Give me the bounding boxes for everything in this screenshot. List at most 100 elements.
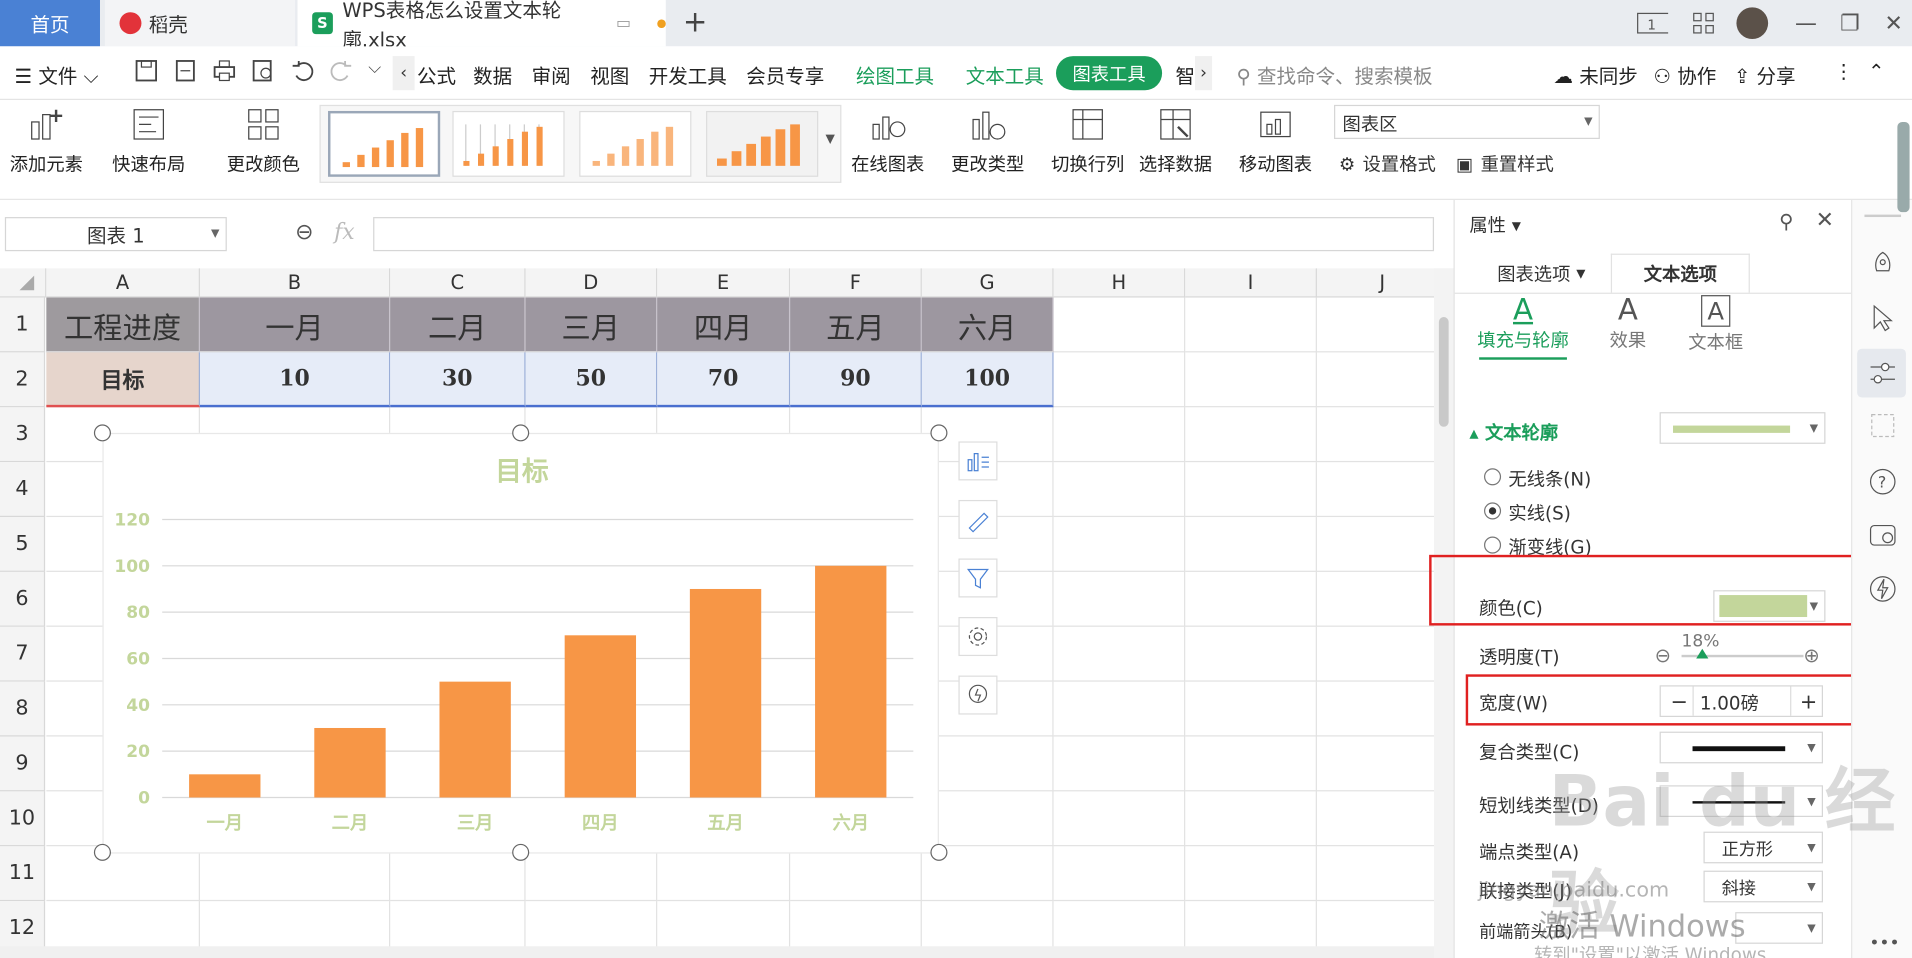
cell[interactable] xyxy=(1316,352,1435,408)
cell[interactable] xyxy=(1185,626,1317,682)
cell[interactable] xyxy=(1053,736,1186,792)
column-header-j[interactable]: J xyxy=(1316,268,1435,298)
scroll-thumb[interactable] xyxy=(1438,317,1449,427)
chart-style-3[interactable] xyxy=(579,110,692,177)
print-preview-icon[interactable] xyxy=(251,59,275,83)
redo-icon[interactable] xyxy=(329,59,353,83)
value-cell[interactable]: 50 xyxy=(525,352,658,408)
scroll-right-icon[interactable]: › xyxy=(1195,56,1213,91)
panel-scroll-thumb[interactable] xyxy=(1897,121,1910,213)
minimize-icon[interactable]: — xyxy=(1790,7,1822,39)
cell[interactable] xyxy=(1053,297,1186,353)
chart-elements-icon[interactable] xyxy=(958,441,998,481)
header-cell[interactable]: 一月 xyxy=(199,297,391,353)
cell[interactable] xyxy=(1316,572,1435,627)
cell[interactable] xyxy=(1053,791,1186,847)
tab-document[interactable]: S WPS表格怎么设置文本轮廓.xlsx ▭ xyxy=(297,0,666,51)
reset-style-button[interactable]: ▣ 重置样式 xyxy=(1456,151,1554,177)
cursor-icon[interactable] xyxy=(1867,302,1899,334)
quick-layout-button[interactable]: 快速布局 xyxy=(112,105,185,177)
more-options-icon[interactable]: ⋮ xyxy=(1834,60,1854,83)
properties-icon[interactable] xyxy=(1867,357,1899,389)
zoom-icon[interactable]: ⊖ xyxy=(295,219,313,245)
column-header-i[interactable]: I xyxy=(1185,268,1317,298)
cell[interactable] xyxy=(1053,681,1186,737)
row-header-11[interactable]: 11 xyxy=(0,846,46,902)
cell[interactable] xyxy=(1316,627,1435,682)
cell[interactable] xyxy=(1185,407,1317,463)
help-icon[interactable]: ? xyxy=(1867,466,1899,498)
window-layout-icon[interactable]: 1 xyxy=(1636,7,1669,39)
cell[interactable] xyxy=(1316,298,1435,353)
file-menu[interactable]: ☰ 文件 ⌵ xyxy=(15,60,99,89)
row-header-9[interactable]: 9 xyxy=(0,736,46,792)
smart-suggest-icon[interactable] xyxy=(958,675,998,715)
value-cell[interactable]: 10 xyxy=(199,352,391,408)
menu-formula[interactable]: 公式 xyxy=(417,60,456,89)
column-header-d[interactable]: D xyxy=(525,268,658,298)
column-header-h[interactable]: H xyxy=(1053,268,1186,298)
cell[interactable] xyxy=(1053,517,1186,572)
header-cell[interactable]: 五月 xyxy=(790,297,922,353)
row-header-1[interactable]: 1 xyxy=(0,297,46,353)
radio-solid-line[interactable] xyxy=(1484,502,1502,520)
cell[interactable] xyxy=(1185,297,1317,353)
collab-button[interactable]: ⚇ 协作 xyxy=(1654,60,1717,89)
online-chart-button[interactable]: 在线图表 xyxy=(851,105,924,177)
join-type-dropdown[interactable]: 斜接 ▼ xyxy=(1703,870,1824,903)
transparency-plus-icon[interactable]: ⊕ xyxy=(1803,644,1819,667)
front-arrow-dropdown[interactable]: ▼ xyxy=(1735,912,1824,944)
column-header-b[interactable]: B xyxy=(199,268,391,298)
cell[interactable] xyxy=(1185,791,1317,847)
menu-data[interactable]: 数据 xyxy=(473,60,512,89)
cell[interactable] xyxy=(1053,407,1186,463)
cell[interactable] xyxy=(1185,571,1317,627)
image-tool-icon[interactable] xyxy=(1867,519,1899,551)
transparency-slider[interactable] xyxy=(1681,648,1804,659)
row-header-4[interactable]: 4 xyxy=(0,462,46,518)
sheet-tab-bar[interactable] xyxy=(0,946,1435,958)
row-header-10[interactable]: 10 xyxy=(0,791,46,847)
tab-daoke[interactable]: 稻壳 xyxy=(104,0,296,47)
cell[interactable] xyxy=(921,736,1054,792)
row-header-5[interactable]: 5 xyxy=(0,517,46,572)
fx-icon[interactable]: fx xyxy=(334,219,355,245)
tab-text-options[interactable]: 文本选项 xyxy=(1610,253,1750,293)
radio-gradient-line[interactable] xyxy=(1484,536,1502,554)
subtab-effect[interactable]: A 效果 xyxy=(1579,293,1677,353)
panel-title[interactable]: 属性 ▾ xyxy=(1469,212,1521,238)
resize-handle-bl[interactable] xyxy=(93,843,111,861)
subtab-fill-outline[interactable]: A 填充与轮廓 xyxy=(1474,293,1572,360)
cell[interactable] xyxy=(1053,352,1186,408)
menu-drawing-tools[interactable]: 绘图工具 xyxy=(856,60,934,89)
cap-type-dropdown[interactable]: 正方形 ▼ xyxy=(1703,831,1824,864)
radio-no-line[interactable] xyxy=(1484,468,1502,486)
column-header-c[interactable]: C xyxy=(390,268,526,298)
cell[interactable] xyxy=(1316,517,1435,572)
cell[interactable] xyxy=(1316,737,1435,792)
resize-handle-tr[interactable] xyxy=(930,424,948,442)
chart-filter-icon[interactable] xyxy=(958,558,998,598)
print-icon[interactable] xyxy=(212,59,236,83)
export-pdf-icon[interactable] xyxy=(173,59,197,83)
chart-style-1[interactable] xyxy=(328,110,441,177)
add-element-button[interactable]: 添加元素 xyxy=(10,105,83,177)
new-tab-button[interactable]: + xyxy=(683,5,708,39)
cell[interactable] xyxy=(1185,736,1317,792)
column-header-a[interactable]: A xyxy=(46,268,200,298)
header-cell[interactable]: 四月 xyxy=(657,297,791,353)
header-cell[interactable]: 六月 xyxy=(921,297,1054,353)
value-cell[interactable]: 90 xyxy=(790,352,922,408)
chart-object[interactable]: 目标 0 20 40 60 80 100 120 一月 二月 三月 四月 五月 六月 xyxy=(102,432,939,854)
cell[interactable] xyxy=(1316,846,1435,902)
menu-more[interactable]: 智 xyxy=(1176,60,1196,89)
slider-thumb[interactable] xyxy=(1696,648,1709,659)
cell[interactable] xyxy=(1053,626,1186,682)
panel-close-icon[interactable]: ✕ xyxy=(1816,207,1834,233)
cell[interactable] xyxy=(1053,846,1186,902)
header-cell[interactable]: 三月 xyxy=(525,297,658,353)
section-text-outline[interactable]: ▴ 文本轮廓 xyxy=(1469,419,1558,445)
change-type-button[interactable]: 更改类型 xyxy=(951,105,1024,177)
cell[interactable] xyxy=(1316,462,1435,518)
share-button[interactable]: ⇪ 分享 xyxy=(1734,60,1796,89)
